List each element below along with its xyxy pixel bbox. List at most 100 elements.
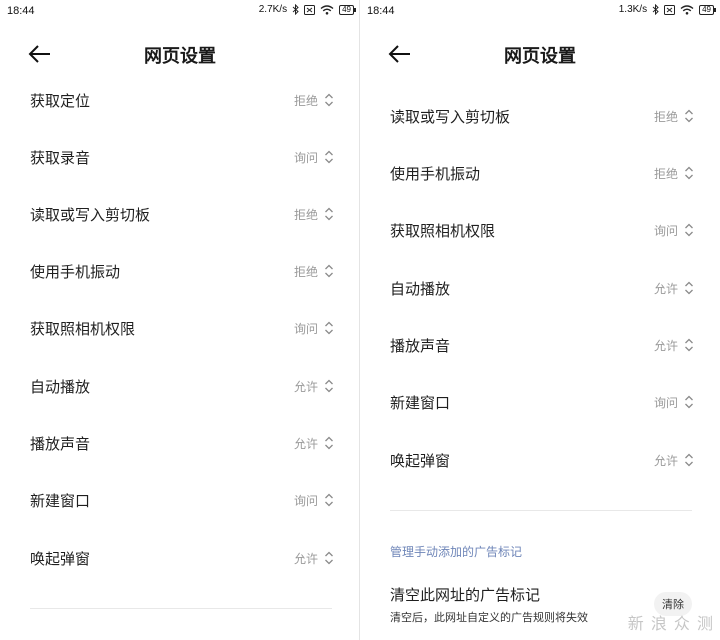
- watermark: 新 浪 众 测: [627, 614, 714, 633]
- setting-row-popup[interactable]: 唤起弹窗 允许: [30, 538, 334, 578]
- page-title: 网页设置: [504, 46, 576, 67]
- setting-value[interactable]: 询问: [654, 394, 694, 411]
- chevron-updown-icon: [685, 109, 693, 123]
- setting-value[interactable]: 允许: [294, 435, 334, 452]
- list-divider: [30, 608, 332, 609]
- right-screen: 18:44 1.3K/s 49 网页设置 读取或写入剪切板 拒绝 使用手机振动 …: [360, 0, 720, 640]
- setting-label: 获取照相机权限: [390, 221, 496, 240]
- wifi-icon: [680, 4, 694, 15]
- setting-value[interactable]: 允许: [654, 337, 694, 354]
- setting-row-sound[interactable]: 播放声音 允许: [390, 325, 694, 365]
- setting-label: 自动播放: [30, 377, 91, 396]
- setting-value[interactable]: 询问: [294, 320, 334, 337]
- chevron-updown-icon: [685, 453, 693, 467]
- setting-value[interactable]: 拒绝: [294, 263, 334, 280]
- setting-value-text: 允许: [653, 281, 678, 296]
- setting-label: 播放声音: [390, 336, 451, 355]
- chevron-updown-icon: [325, 321, 333, 335]
- network-speed: 1.3K/s: [618, 4, 648, 15]
- setting-value[interactable]: 允许: [294, 550, 334, 567]
- setting-label: 新建窗口: [390, 393, 451, 412]
- status-time: 18:44: [7, 5, 35, 17]
- battery-icon: 49: [699, 4, 716, 15]
- setting-row-record[interactable]: 获取录音 询问: [30, 137, 334, 177]
- setting-value-text: 询问: [293, 150, 318, 165]
- setting-label: 播放声音: [30, 434, 91, 453]
- setting-value-text: 允许: [653, 338, 678, 353]
- setting-row-clipboard[interactable]: 读取或写入剪切板 拒绝: [30, 194, 334, 234]
- chevron-updown-icon: [325, 493, 333, 507]
- setting-row-new-window[interactable]: 新建窗口 询问: [390, 382, 694, 422]
- chevron-updown-icon: [325, 379, 333, 393]
- setting-value[interactable]: 询问: [294, 149, 334, 166]
- setting-row-sound[interactable]: 播放声音 允许: [30, 423, 334, 463]
- network-speed: 2.7K/s: [258, 4, 288, 15]
- page-header: 网页设置: [0, 34, 360, 74]
- setting-row-camera[interactable]: 获取照相机权限 询问: [390, 210, 694, 250]
- setting-label: 使用手机振动: [30, 262, 121, 281]
- setting-value-text: 拒绝: [293, 264, 318, 279]
- setting-value-text: 允许: [653, 453, 678, 468]
- setting-row-vibrate[interactable]: 使用手机振动 拒绝: [30, 251, 334, 291]
- setting-value-text: 拒绝: [653, 109, 678, 124]
- chevron-updown-icon: [685, 395, 693, 409]
- setting-value-text: 允许: [293, 551, 318, 566]
- setting-value[interactable]: 允许: [654, 452, 694, 469]
- status-bar: 18:44 2.7K/s 49: [0, 0, 360, 24]
- clear-ad-marks-title: 清空此网址的广告标记: [390, 586, 541, 604]
- bluetooth-icon: [292, 4, 299, 15]
- setting-label: 自动播放: [390, 279, 451, 298]
- chevron-updown-icon: [325, 93, 333, 107]
- status-icons: 1.3K/s 49: [618, 4, 716, 15]
- setting-value[interactable]: 拒绝: [654, 108, 694, 125]
- battery-icon: 49: [339, 4, 356, 15]
- chevron-updown-icon: [685, 166, 693, 180]
- left-screen: 18:44 2.7K/s 49 网页设置 获取定位 拒绝 获取录音 询问 读取或…: [0, 0, 360, 640]
- setting-label: 获取照相机权限: [30, 319, 136, 338]
- chevron-updown-icon: [325, 264, 333, 278]
- setting-value-text: 拒绝: [293, 207, 318, 222]
- setting-row-vibrate[interactable]: 使用手机振动 拒绝: [390, 153, 694, 193]
- setting-label: 读取或写入剪切板: [30, 205, 151, 224]
- bluetooth-icon: [652, 4, 659, 15]
- list-divider: [390, 510, 692, 511]
- setting-label: 使用手机振动: [390, 164, 481, 183]
- setting-value[interactable]: 拒绝: [654, 165, 694, 182]
- setting-row-camera[interactable]: 获取照相机权限 询问: [30, 308, 334, 348]
- status-icons: 2.7K/s 49: [258, 4, 356, 15]
- setting-row-new-window[interactable]: 新建窗口 询问: [30, 480, 334, 520]
- setting-label: 获取录音: [30, 148, 91, 167]
- setting-value-text: 拒绝: [293, 93, 318, 108]
- setting-row-autoplay[interactable]: 自动播放 允许: [390, 268, 694, 308]
- wifi-icon: [320, 4, 334, 15]
- setting-value[interactable]: 拒绝: [294, 92, 334, 109]
- setting-label: 读取或写入剪切板: [390, 107, 511, 126]
- setting-value-text: 拒绝: [653, 166, 678, 181]
- setting-row-clipboard[interactable]: 读取或写入剪切板 拒绝: [390, 96, 694, 136]
- page-header: 网页设置: [360, 34, 720, 74]
- setting-value[interactable]: 允许: [654, 280, 694, 297]
- chevron-updown-icon: [325, 436, 333, 450]
- setting-label: 唤起弹窗: [30, 549, 91, 568]
- setting-value[interactable]: 询问: [294, 492, 334, 509]
- ad-section-header: 管理手动添加的广告标记: [390, 545, 523, 559]
- setting-value[interactable]: 询问: [654, 222, 694, 239]
- setting-label: 获取定位: [30, 91, 91, 110]
- page-title: 网页设置: [144, 46, 216, 67]
- setting-value-text: 询问: [653, 395, 678, 410]
- setting-value[interactable]: 允许: [294, 378, 334, 395]
- chevron-updown-icon: [685, 338, 693, 352]
- setting-label: 唤起弹窗: [390, 451, 451, 470]
- setting-row-location[interactable]: 获取定位 拒绝: [30, 80, 334, 120]
- chevron-updown-icon: [685, 281, 693, 295]
- setting-value-text: 询问: [653, 223, 678, 238]
- chevron-updown-icon: [685, 223, 693, 237]
- status-time: 18:44: [367, 5, 395, 17]
- setting-row-popup[interactable]: 唤起弹窗 允许: [390, 440, 694, 480]
- setting-value-text: 允许: [293, 379, 318, 394]
- chevron-updown-icon: [325, 551, 333, 565]
- setting-row-autoplay[interactable]: 自动播放 允许: [30, 366, 334, 406]
- setting-value[interactable]: 拒绝: [294, 206, 334, 223]
- setting-value-text: 询问: [293, 493, 318, 508]
- setting-value-text: 询问: [293, 321, 318, 336]
